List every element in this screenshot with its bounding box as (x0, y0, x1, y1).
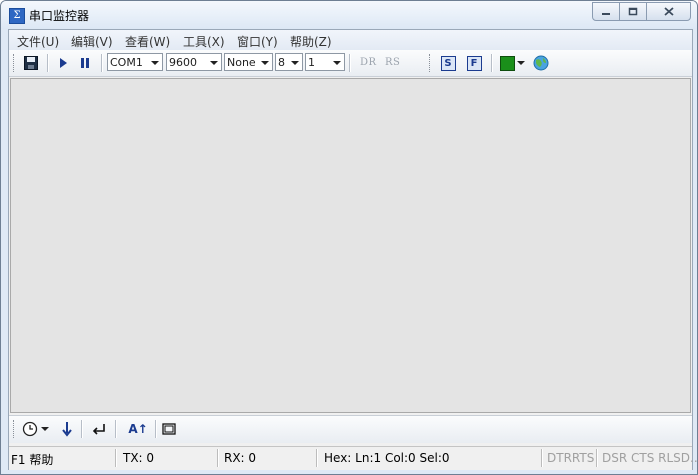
chevron-down-icon (210, 61, 218, 65)
baud-select[interactable]: 9600 (166, 53, 222, 71)
toolbar-separator (47, 54, 49, 72)
menu-bar: 文件(U) 编辑(V) 查看(W) 工具(X) 窗口(Y) 帮助(Z) (9, 30, 692, 50)
status-rx: RX: 0 (224, 451, 257, 465)
arrow-down-icon (62, 422, 72, 437)
close-button[interactable] (646, 2, 691, 21)
scroll-down-button[interactable] (57, 419, 77, 439)
chevron-down-icon (333, 61, 341, 65)
chevron-down-icon (261, 61, 269, 65)
menu-help[interactable]: 帮助(Z) (290, 33, 332, 50)
status-dsr-cts-rlsd: DSR CTS RLSD... (602, 451, 698, 465)
caption-buttons (592, 2, 691, 21)
baud-value: 9600 (169, 56, 197, 69)
save-button[interactable] (21, 53, 41, 73)
font-size-button[interactable]: A↑ (127, 419, 149, 439)
status-separator (541, 449, 543, 467)
pause-button[interactable] (75, 53, 95, 73)
minimize-icon (602, 12, 610, 15)
status-tx: TX: 0 (123, 451, 155, 465)
main-toolbar: COM1 9600 None 8 1 DR RS S F (9, 50, 692, 77)
parity-select[interactable]: None (224, 53, 273, 71)
status-separator (115, 449, 117, 467)
status-hex-position: Hex: Ln:1 Col:0 Sel:0 (324, 451, 450, 465)
chevron-down-icon (151, 61, 159, 65)
play-icon (60, 58, 67, 68)
status-help: F1 帮助 (11, 453, 54, 467)
close-icon (663, 7, 674, 16)
chevron-down-icon (517, 61, 525, 65)
color-swatch-icon (499, 55, 515, 71)
stopbits-value: 1 (308, 56, 315, 69)
toolbar-separator (115, 420, 117, 438)
pause-icon (81, 58, 89, 68)
status-dtrrts: DTRRTS (547, 451, 595, 465)
timestamp-button[interactable] (20, 419, 40, 439)
parity-value: None (227, 56, 256, 69)
f-button[interactable]: F (464, 53, 484, 73)
dr-indicator[interactable]: DR (360, 57, 377, 68)
menu-file[interactable]: 文件(U) (17, 33, 59, 50)
stopbits-select[interactable]: 1 (305, 53, 345, 71)
floppy-disk-icon (24, 56, 38, 70)
toolbar-grip[interactable] (429, 54, 432, 72)
status-bar: F1 帮助 TX: 0 RX: 0 Hex: Ln:1 Col:0 Sel:0 … (9, 446, 697, 470)
enter-icon (92, 424, 105, 435)
port-select[interactable]: COM1 (107, 53, 163, 71)
title-bar[interactable]: Σ 串口监控器 (1, 1, 697, 29)
status-separator (316, 449, 318, 467)
globe-icon (533, 55, 549, 71)
databits-value: 8 (278, 56, 285, 69)
bottom-toolbar: A↑ (9, 415, 692, 443)
app-window: Σ 串口监控器 文件(U) 编辑(V) 查看(W) 工具(X) 窗口(Y) 帮助… (0, 0, 698, 475)
maximize-button[interactable] (619, 2, 647, 21)
port-value: COM1 (110, 56, 143, 69)
color-button[interactable] (497, 53, 517, 73)
minimize-button[interactable] (592, 2, 620, 21)
status-separator (217, 449, 219, 467)
window-mode-button[interactable] (159, 419, 179, 439)
window-title: 串口监控器 (29, 9, 90, 23)
clock-icon (22, 421, 38, 437)
databits-select[interactable]: 8 (275, 53, 303, 71)
rs-indicator[interactable]: RS (385, 57, 400, 68)
status-separator (596, 449, 598, 467)
menu-edit[interactable]: 编辑(V) (71, 33, 113, 50)
toolbar-separator (491, 54, 493, 72)
toolbar-separator (349, 54, 351, 72)
toolbar-separator (81, 420, 83, 438)
restore-icon (628, 7, 638, 16)
timestamp-dropdown-button[interactable] (39, 419, 51, 439)
toolbar-separator (101, 54, 103, 72)
start-button[interactable] (53, 53, 73, 73)
toolbar-separator (155, 420, 157, 438)
f-icon: F (466, 55, 482, 71)
s-icon: S (440, 55, 456, 71)
menu-tools[interactable]: 工具(X) (183, 33, 225, 50)
window-icon (162, 423, 176, 435)
s-button[interactable]: S (438, 53, 458, 73)
sigma-app-icon[interactable]: Σ (9, 8, 25, 24)
color-dropdown-button[interactable] (515, 53, 527, 73)
newline-button[interactable] (89, 419, 109, 439)
data-view-area[interactable] (10, 78, 691, 413)
toolbar-grip[interactable] (13, 54, 16, 72)
menu-view[interactable]: 查看(W) (125, 33, 170, 50)
chevron-down-icon (291, 61, 299, 65)
client-area: 文件(U) 编辑(V) 查看(W) 工具(X) 窗口(Y) 帮助(Z) COM1… (8, 29, 697, 470)
chevron-down-icon (41, 427, 49, 431)
toolbar-grip[interactable] (13, 420, 16, 438)
web-button[interactable] (531, 53, 551, 73)
menu-window[interactable]: 窗口(Y) (237, 33, 278, 50)
font-size-icon: A↑ (128, 422, 148, 436)
